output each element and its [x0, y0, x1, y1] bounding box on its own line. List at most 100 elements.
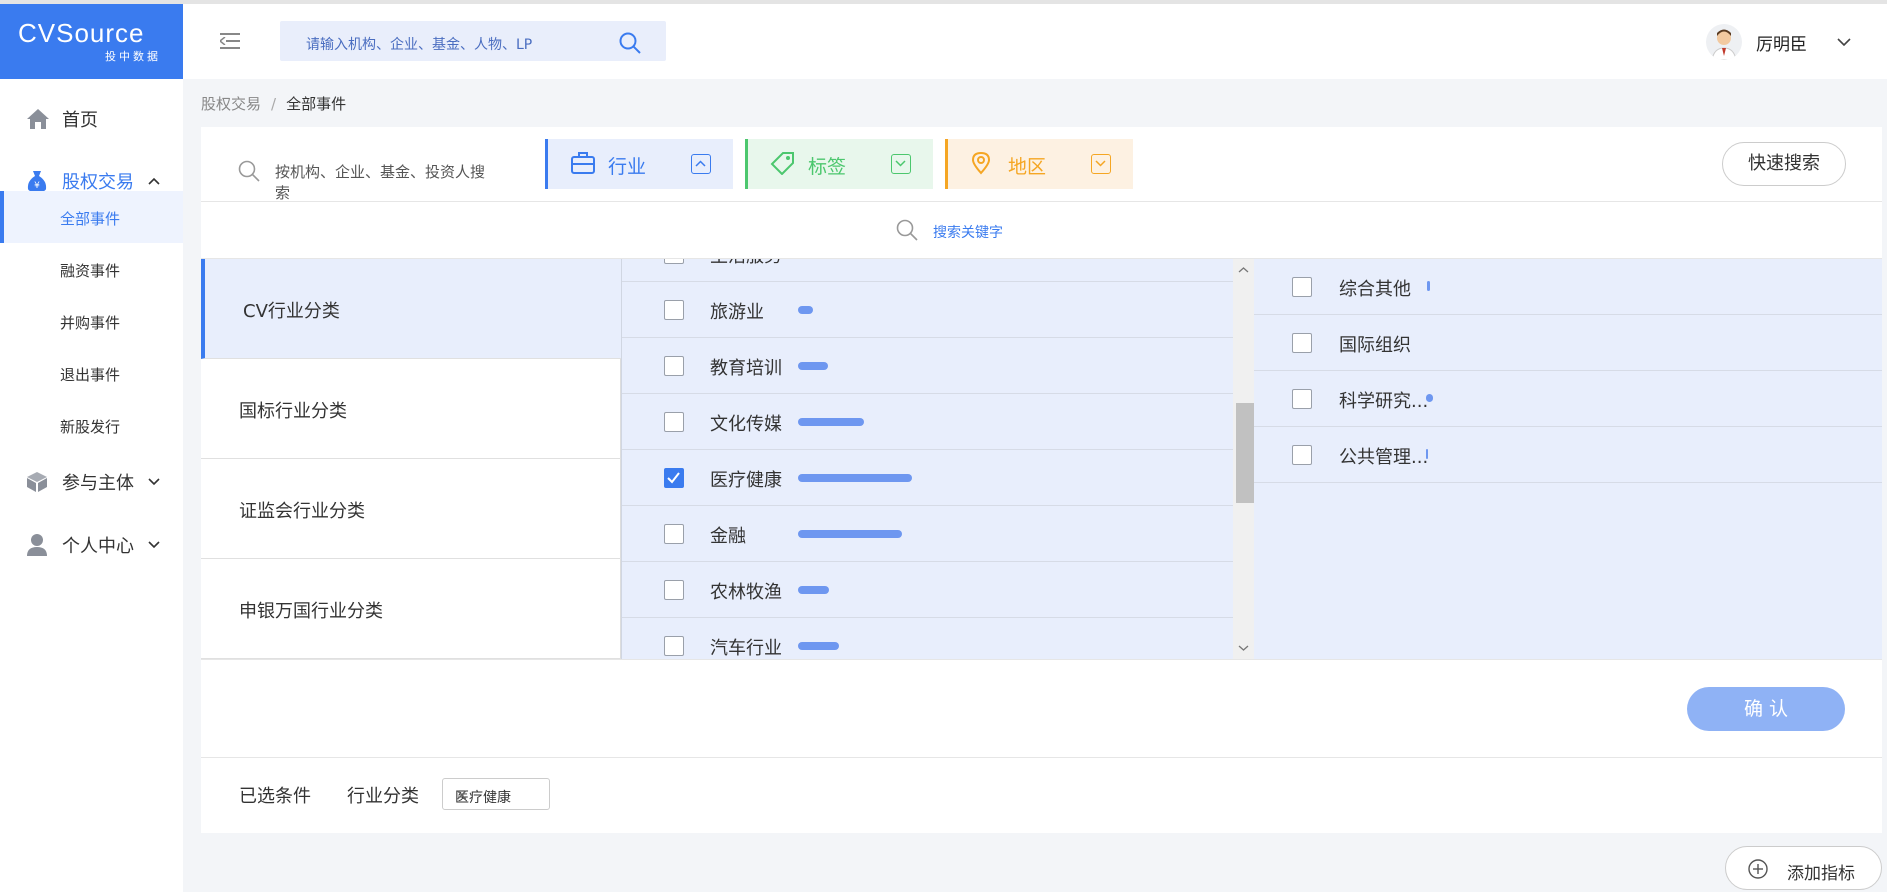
- chevron-down-icon: [148, 478, 160, 486]
- cube-icon: [27, 472, 47, 492]
- logo-subtitle: 投中数据: [105, 50, 161, 63]
- list-item[interactable]: 农林牧渔: [622, 562, 1235, 618]
- selected-chip: 医疗健康 ×: [442, 778, 550, 810]
- list-item[interactable]: 国际组织: [1254, 315, 1882, 371]
- scrollbar-thumb[interactable]: [1236, 403, 1254, 503]
- global-search-placeholder: 请输入机构、企业、基金、人物、LP: [306, 37, 533, 53]
- sidebar-sub-financing[interactable]: 融资事件: [0, 243, 183, 295]
- category-csrc[interactable]: 证监会行业分类: [201, 459, 621, 559]
- sidebar-item-home[interactable]: 首页: [0, 99, 183, 139]
- selected-group-label: 行业分类: [347, 786, 419, 807]
- checkbox[interactable]: [664, 580, 684, 600]
- person-icon: [27, 534, 47, 556]
- chevron-up-icon: [148, 177, 160, 185]
- confirm-button[interactable]: 确 认: [1687, 687, 1845, 731]
- list-item[interactable]: 公共管理...: [1254, 427, 1882, 483]
- share-marker: [1426, 449, 1428, 459]
- industry-share-bar: [798, 586, 829, 594]
- briefcase-icon: [571, 152, 595, 174]
- checkbox[interactable]: [1292, 445, 1312, 465]
- checkbox[interactable]: [1292, 277, 1312, 297]
- category-shenwan[interactable]: 申银万国行业分类: [201, 559, 621, 659]
- filter-search-placeholder: 按机构、企业、基金、投资人搜索: [275, 163, 486, 202]
- sidebar-sub-ipo[interactable]: 新股发行: [0, 399, 183, 451]
- chevron-down-icon[interactable]: [1837, 38, 1851, 46]
- divider: [201, 201, 1882, 202]
- checkbox[interactable]: [664, 259, 684, 264]
- plus-circle-icon: [1748, 859, 1768, 879]
- money-bag-icon: ¥: [27, 171, 47, 192]
- industry-share-bar: [798, 306, 813, 314]
- list-item[interactable]: 科学研究...: [1254, 371, 1882, 427]
- chevron-up-icon[interactable]: [1233, 263, 1254, 277]
- industry-share-bar: [798, 362, 828, 370]
- close-icon[interactable]: ×: [455, 785, 539, 804]
- list-item[interactable]: 医疗健康: [622, 450, 1235, 506]
- tag-icon: [770, 152, 794, 175]
- chevron-down-icon: [1091, 154, 1111, 174]
- search-icon: [238, 160, 260, 182]
- checkbox-checked[interactable]: [664, 468, 684, 488]
- sidebar-item-label: 首页: [62, 110, 98, 131]
- sidebar-item-participants[interactable]: 参与主体: [0, 462, 183, 502]
- user-menu[interactable]: 厉明臣: [1706, 22, 1851, 62]
- scrollbar[interactable]: [1233, 259, 1254, 659]
- tab-tags[interactable]: 标签: [745, 139, 933, 189]
- breadcrumb-parent[interactable]: 股权交易: [201, 95, 261, 113]
- filter-search-input[interactable]: 按机构、企业、基金、投资人搜索: [237, 151, 497, 202]
- search-icon[interactable]: [618, 31, 642, 55]
- checkbox[interactable]: [664, 412, 684, 432]
- logo-brand: CVSource: [18, 18, 145, 48]
- sub-industry-list: 综合其他 国际组织 科学研究... 公共管理...: [1254, 259, 1882, 659]
- sidebar-sub-exit[interactable]: 退出事件: [0, 347, 183, 399]
- list-item[interactable]: 汽车行业: [622, 618, 1235, 659]
- global-search-bar[interactable]: 请输入机构、企业、基金、人物、LP: [280, 21, 666, 61]
- industry-share-bar: [798, 474, 912, 482]
- tab-industry-label: 行业: [608, 156, 647, 178]
- industry-list: 生活服务 旅游业 教育培训 文化传媒 医疗健康 金融 农林牧渔 汽车行业: [621, 259, 1254, 659]
- tab-region-label: 地区: [1008, 156, 1047, 178]
- category-cv[interactable]: CV行业分类: [201, 259, 621, 359]
- sidebar-sub-ma[interactable]: 并购事件: [0, 295, 183, 347]
- avatar: [1706, 24, 1742, 60]
- chevron-up-icon: [691, 154, 711, 174]
- tab-industry[interactable]: 行业: [545, 139, 733, 189]
- menu-collapse-icon[interactable]: [220, 32, 242, 50]
- checkbox[interactable]: [664, 356, 684, 376]
- list-item[interactable]: 文化传媒: [622, 394, 1235, 450]
- tab-region[interactable]: 地区: [945, 139, 1133, 189]
- selected-conditions-label: 已选条件: [239, 786, 311, 807]
- industry-selector: CV行业分类 国标行业分类 证监会行业分类 申银万国行业分类 生活服务 旅游业 …: [201, 259, 1882, 659]
- sidebar: 首页 ¥ 股权交易 全部事件 融资事件 并购事件 退出事件 新股发行 参与主体 …: [0, 79, 183, 892]
- add-metric-button[interactable]: 添加指标: [1725, 846, 1882, 890]
- quick-search-button[interactable]: 快速搜索: [1722, 142, 1846, 186]
- breadcrumb-current: 全部事件: [286, 95, 347, 113]
- list-item[interactable]: 教育培训: [622, 338, 1235, 394]
- list-item[interactable]: 旅游业: [622, 282, 1235, 338]
- add-metric-label: 添加指标: [1787, 864, 1855, 884]
- share-marker: [1427, 281, 1430, 291]
- checkbox[interactable]: [664, 636, 684, 656]
- industry-share-bar: [798, 530, 902, 538]
- home-icon: [27, 109, 49, 129]
- industry-share-bar: [798, 418, 864, 426]
- category-national-standard[interactable]: 国标行业分类: [201, 359, 621, 459]
- chevron-down-icon[interactable]: [1233, 641, 1254, 655]
- list-item[interactable]: 金融: [622, 506, 1235, 562]
- logo[interactable]: CVSource 投中数据: [0, 4, 183, 79]
- list-item[interactable]: 综合其他: [1254, 259, 1882, 315]
- sidebar-sub-all-events[interactable]: 全部事件: [0, 191, 183, 243]
- industry-share-bar: [798, 642, 839, 650]
- sidebar-item-personal-center[interactable]: 个人中心: [0, 525, 183, 565]
- checkbox[interactable]: [664, 300, 684, 320]
- checkbox[interactable]: [664, 524, 684, 544]
- user-name: 厉明臣: [1756, 34, 1807, 55]
- checkbox[interactable]: [1292, 389, 1312, 409]
- header: 请输入机构、企业、基金、人物、LP 厉明臣: [183, 4, 1887, 79]
- list-item[interactable]: 生活服务: [622, 259, 1235, 282]
- keyword-search-label: 搜索关键字: [933, 225, 1003, 241]
- breadcrumb-separator: /: [271, 95, 277, 113]
- checkbox[interactable]: [1292, 333, 1312, 353]
- location-pin-icon: [971, 151, 991, 175]
- chevron-down-icon: [148, 541, 160, 549]
